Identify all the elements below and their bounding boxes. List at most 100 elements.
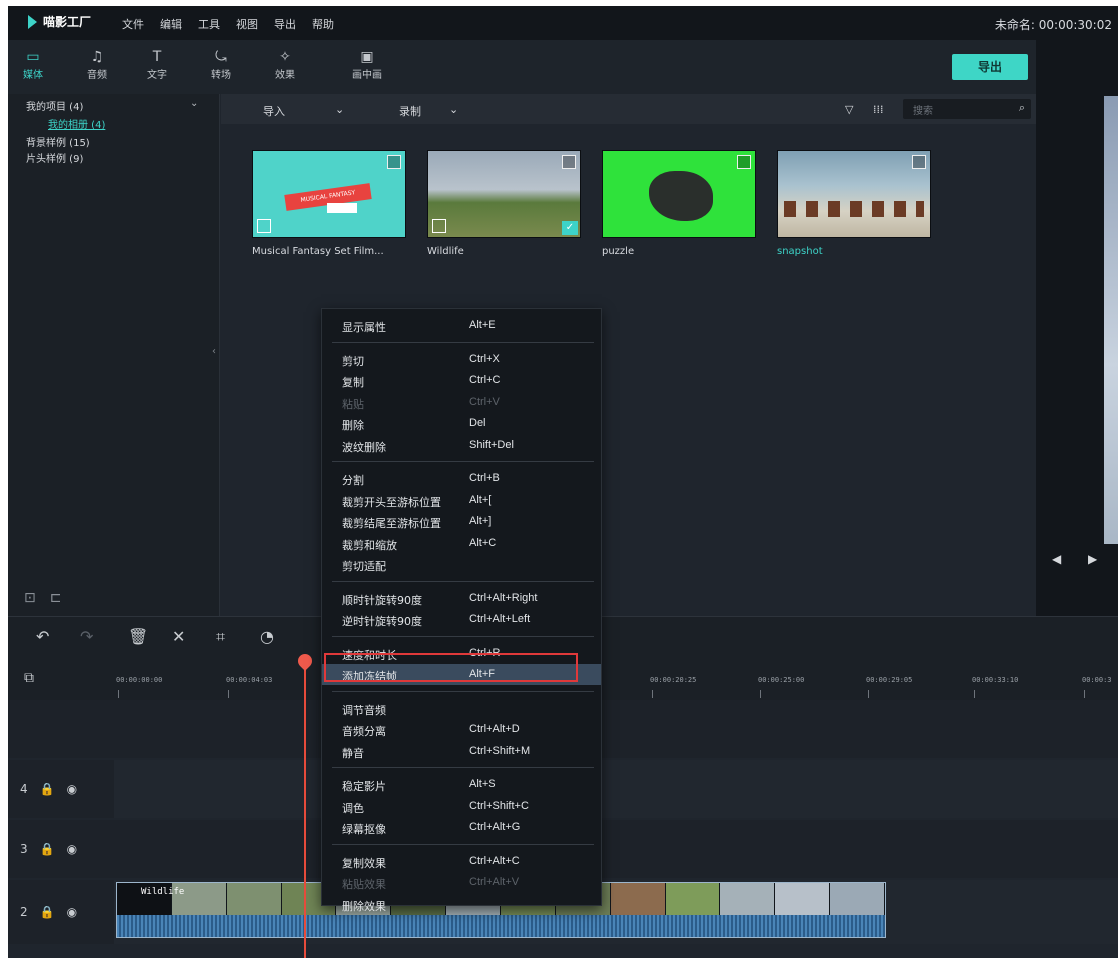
crop-icon[interactable]: ⌗ [216,627,225,647]
add-track-icon[interactable]: ⧉ [24,670,34,686]
menu-item[interactable]: 调色 Ctrl+Shift+C [322,796,601,817]
folder-buttons: ⊡ ⊏ [24,590,61,606]
library-my-project[interactable]: 我的项目 (4) [26,98,83,113]
search-icon[interactable]: ⌕ [1019,101,1025,115]
menu-item[interactable]: 绿幕抠像 Ctrl+Alt+G [322,817,601,838]
media-thumbnail[interactable] [777,150,931,238]
grid-view-icon[interactable]: ⁞⁞⁞ [873,103,884,116]
playhead-line[interactable] [304,664,306,958]
menu-help[interactable]: 帮助 [312,16,334,32]
menu-item[interactable]: 删除 Del [322,413,601,434]
tab-text[interactable]: T 文字 [132,48,182,81]
folder-icon[interactable]: ⊏ [50,590,62,606]
tab-audio[interactable]: ♫ 音频 [72,48,122,81]
tab-transition[interactable]: ⤿ 转场 [196,48,246,81]
chevron-down-icon[interactable]: ⌄ [190,98,198,109]
track-lane[interactable] [114,760,1118,818]
library-my-album[interactable]: 我的相册 (4) [48,116,105,131]
ruler-mark [974,690,975,698]
menu-item-shortcut: Del [469,417,486,429]
thumbnail-decoration [327,203,357,213]
eye-icon[interactable]: ◉ [67,842,77,856]
speed-icon[interactable]: ◔ [260,627,274,646]
tab-label: 音频 [87,70,107,81]
media-thumbnail[interactable]: MUSICAL FANTASY [252,150,406,238]
media-thumbnail[interactable] [602,150,756,238]
menu-item[interactable]: 逆时针旋转90度 Ctrl+Alt+Left [322,609,601,630]
export-button[interactable]: 导出 [952,54,1028,80]
undo-icon[interactable]: ↶ [36,627,49,646]
menu-item[interactable]: 音频分离 Ctrl+Alt+D [322,719,601,740]
menu-item-shortcut: Alt+] [469,515,492,527]
menu-item[interactable]: 稳定影片 Alt+S [322,774,601,795]
chevron-down-icon[interactable]: ⌄ [449,103,458,116]
menu-item[interactable]: 复制效果 Ctrl+Alt+C [322,851,601,872]
tab-media[interactable]: ▭ 媒体 [8,48,58,81]
tab-effects[interactable]: ✧ 效果 [260,48,310,81]
menu-item-label: 裁剪结尾至游标位置 [342,517,441,530]
menu-item-label: 音频分离 [342,725,386,738]
menu-item[interactable]: 分割 Ctrl+B [322,468,601,489]
menu-item-label: 粘贴 [342,397,364,411]
track-lane[interactable] [114,820,1118,878]
menu-item-label: 稳定影片 [342,780,386,793]
menu-file[interactable]: 文件 [122,16,144,32]
import-dropdown[interactable]: 导入 [263,103,285,119]
ruler-mark [760,690,761,698]
menu-item-shortcut: Ctrl+Shift+C [469,799,529,812]
lock-icon[interactable]: 🔒 [40,842,55,856]
play-icon[interactable]: ▶ [1088,552,1097,566]
search-input[interactable]: 搜索 [913,102,933,117]
chevron-down-icon[interactable]: ⌄ [335,103,344,116]
search-box[interactable]: 搜索 ⌕ [903,99,1031,119]
menu-view[interactable]: 视图 [236,16,258,32]
menu-item[interactable]: 剪切适配 [322,554,601,575]
lock-icon[interactable]: 🔒 [40,905,55,919]
menu-item[interactable]: 调节音频 [322,698,601,719]
cut-icon[interactable]: ✕ [172,627,185,646]
menu-item[interactable]: 裁剪结尾至游标位置 Alt+] [322,511,601,532]
menu-item[interactable]: 剪切 Ctrl+X [322,349,601,370]
menu-item-shortcut: Ctrl+B [469,472,500,484]
prev-frame-icon[interactable]: ◀ [1052,552,1061,566]
library-bg-samples[interactable]: 背景样例 (15) [26,134,90,149]
template-icon [257,219,271,233]
menu-item[interactable]: 粘贴 Ctrl+V [322,392,601,413]
eye-icon[interactable]: ◉ [67,905,77,919]
menu-item[interactable]: 裁剪开头至游标位置 Alt+[ [322,490,601,511]
menu-export[interactable]: 导出 [274,16,296,32]
filter-icon[interactable]: ▽ [845,103,853,116]
tab-label: 画中画 [352,70,382,81]
menu-item[interactable]: 粘贴效果 Ctrl+Alt+V [322,872,601,893]
menu-item[interactable]: 静音 Ctrl+Shift+M [322,741,601,762]
ruler-tick: 00:00:33:10 [972,676,1019,684]
new-folder-icon[interactable]: ⊡ [24,590,36,606]
audio-waveform [117,915,885,937]
menu-item[interactable]: 显示属性 Alt+E [322,315,601,336]
redo-icon[interactable]: ↷ [80,627,93,646]
menu-tools[interactable]: 工具 [198,16,220,32]
media-thumbnail[interactable]: ✓ [427,150,581,238]
menu-item[interactable]: 复制 Ctrl+C [322,370,601,391]
dinosaur-shape [649,171,713,221]
menu-item-shortcut: Alt+C [469,536,497,549]
menu-edit[interactable]: 编辑 [160,16,182,32]
menu-item-label: 顺时针旋转90度 [342,593,422,607]
menu-separator [332,690,594,692]
menu-item[interactable]: 裁剪和缩放 Alt+C [322,533,601,554]
ruler-tick: 00:00:00:00 [116,676,163,684]
lock-icon[interactable]: 🔒 [40,782,55,796]
menu-item-label: 删除效果 [342,899,386,913]
library-intro-samples[interactable]: 片头样例 (9) [26,150,83,165]
eye-icon[interactable]: ◉ [67,782,77,796]
ruler-mark [1084,690,1085,698]
delete-icon[interactable]: 🗑 [128,627,148,646]
ruler-mark [868,690,869,698]
menu-item[interactable]: 删除效果 [322,894,601,915]
record-dropdown[interactable]: 录制 [399,103,421,119]
menu-item[interactable]: 波纹删除 Shift+Del [322,435,601,456]
tab-pip[interactable]: ▣ 画中画 [342,48,392,81]
ruler-mark [118,690,119,698]
collapse-panel-icon[interactable]: ‹ [212,346,216,357]
menu-item[interactable]: 顺时针旋转90度 Ctrl+Alt+Right [322,588,601,609]
